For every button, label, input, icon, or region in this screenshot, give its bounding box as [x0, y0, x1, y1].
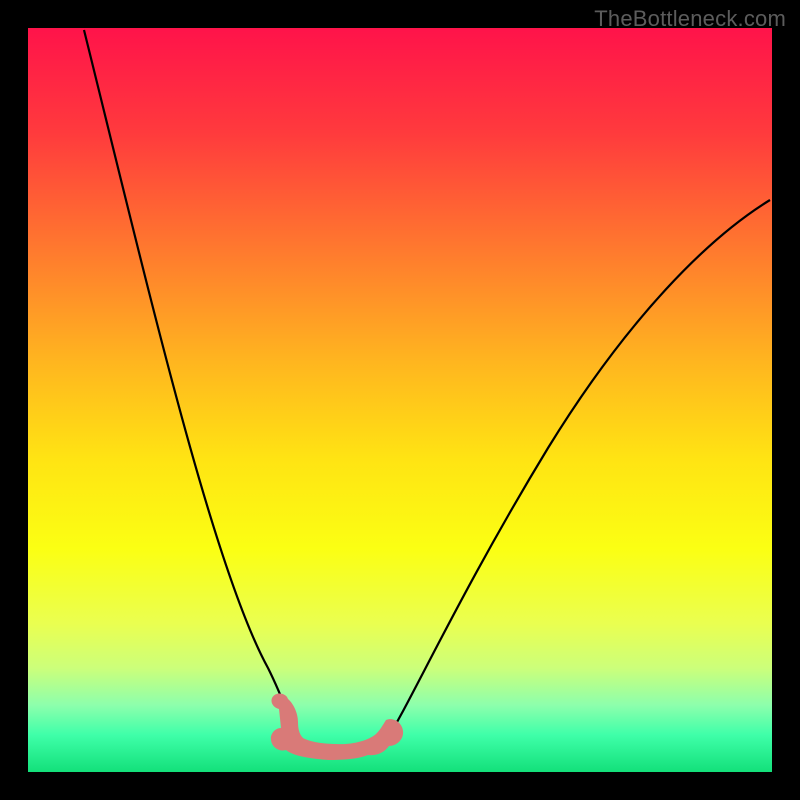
chart-frame: TheBottleneck.com [0, 0, 800, 800]
curve-layer [28, 28, 772, 772]
pink-band [271, 694, 403, 760]
watermark-text: TheBottleneck.com [594, 6, 786, 32]
plot-area [28, 28, 772, 772]
left-curve [84, 30, 300, 742]
right-curve [384, 200, 770, 744]
